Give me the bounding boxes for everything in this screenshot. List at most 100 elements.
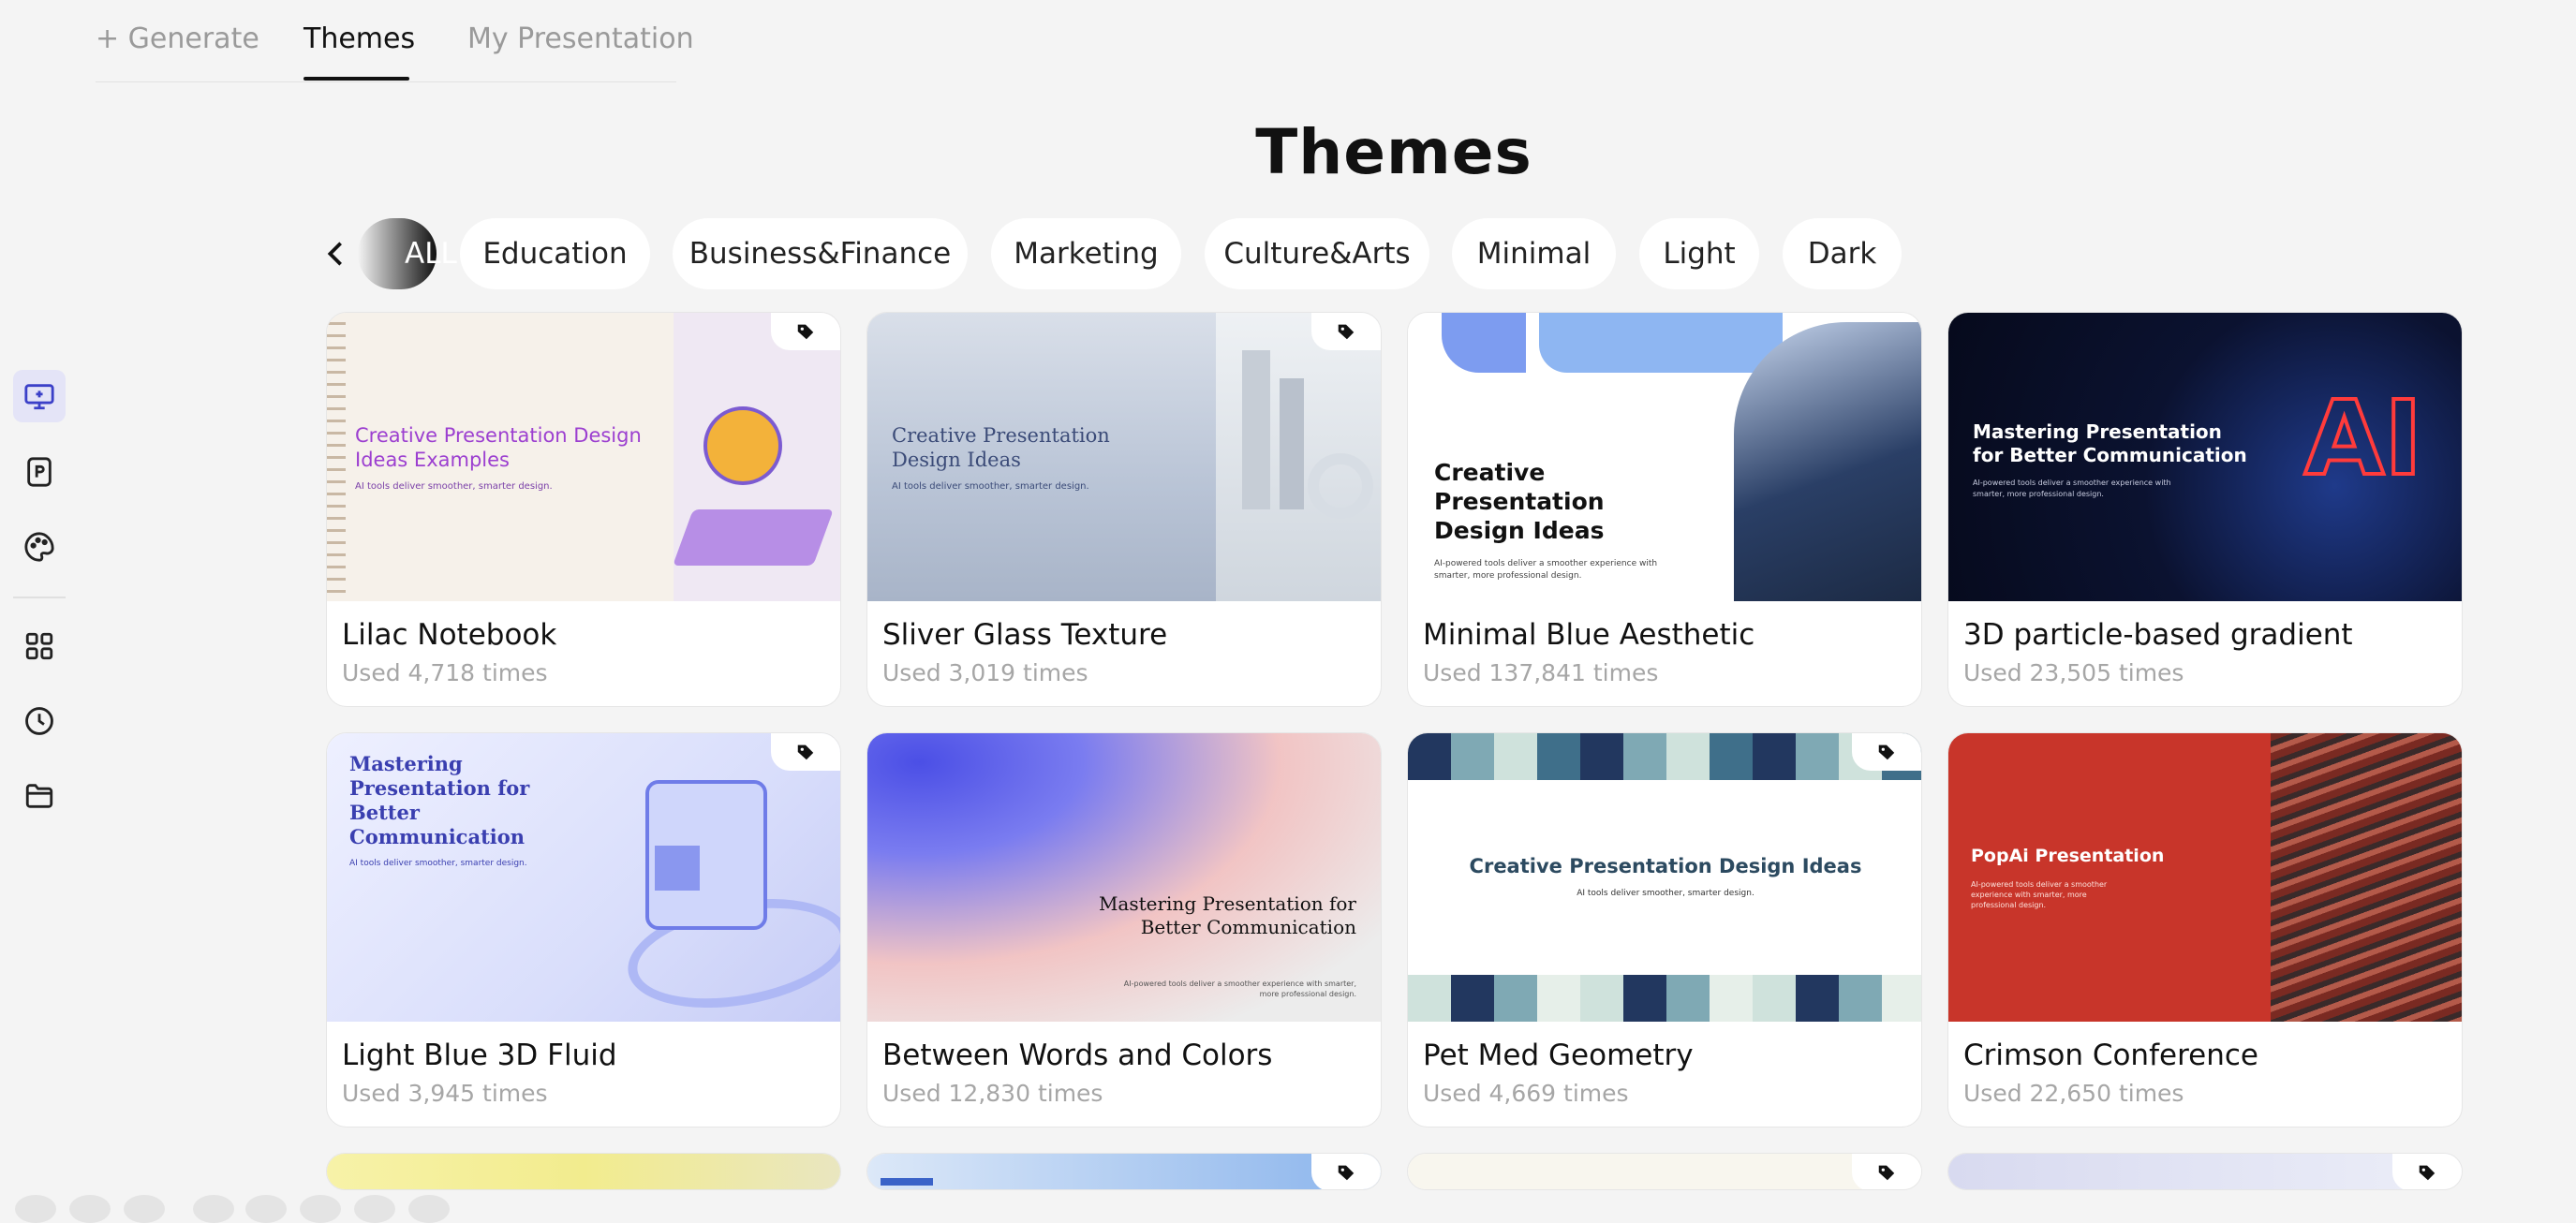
theme-usage-count: Used 12,830 times bbox=[882, 1080, 1103, 1107]
clock-icon[interactable] bbox=[13, 695, 66, 747]
theme-name: Crimson Conference bbox=[1963, 1039, 2258, 1072]
filter-chip-light[interactable]: Light bbox=[1639, 218, 1759, 289]
premium-tag-icon bbox=[771, 733, 840, 771]
theme-card-partial[interactable] bbox=[326, 1153, 841, 1190]
theme-usage-count: Used 22,650 times bbox=[1963, 1080, 2184, 1107]
theme-thumbnail: Mastering Presentation for Better Commun… bbox=[327, 733, 840, 1022]
theme-usage-count: Used 23,505 times bbox=[1963, 659, 2184, 686]
thumbnail-subtitle: AI-powered tools deliver a smoother expe… bbox=[1973, 479, 2171, 498]
theme-usage-count: Used 4,669 times bbox=[1423, 1080, 1629, 1107]
tab-my-presentation[interactable]: My Presentation bbox=[467, 22, 694, 55]
thumbnail-title: Mastering Presentation for Better Commun… bbox=[349, 752, 530, 848]
avatar bbox=[245, 1195, 287, 1223]
avatar bbox=[408, 1195, 450, 1223]
tab-generate[interactable]: + Generate bbox=[96, 22, 259, 55]
thumbnail-title: Creative Presentation Design Ideas bbox=[1469, 855, 1862, 877]
thumbnail-title: PopAi Presentation bbox=[1971, 846, 2165, 866]
theme-card-partial[interactable] bbox=[1407, 1153, 1922, 1190]
avatar bbox=[69, 1195, 111, 1223]
palette-icon[interactable] bbox=[13, 521, 66, 573]
bitcoin-coin-icon bbox=[703, 406, 782, 485]
tab-themes[interactable]: Themes bbox=[303, 22, 415, 55]
theme-name: Between Words and Colors bbox=[882, 1039, 1273, 1072]
theme-card-partial[interactable] bbox=[1947, 1153, 2463, 1190]
page-title: Themes bbox=[1255, 116, 1532, 188]
theme-thumbnail bbox=[327, 1154, 840, 1189]
thumbnail-title: Mastering Presentation for Better Commun… bbox=[1973, 420, 2247, 466]
theme-name: Minimal Blue Aesthetic bbox=[1423, 618, 1755, 652]
filter-chip-marketing[interactable]: Marketing bbox=[991, 218, 1181, 289]
presentation-icon[interactable] bbox=[13, 370, 66, 422]
premium-tag-icon bbox=[771, 313, 840, 350]
thumbnail-subtitle: AI-powered tools deliver a smoother expe… bbox=[1434, 559, 1658, 581]
ai-logo-art: AI bbox=[2302, 376, 2424, 500]
theme-card-sliver-glass-texture[interactable]: Creative Presentation Design Ideas AI to… bbox=[866, 312, 1382, 707]
theme-thumbnail bbox=[1408, 1154, 1921, 1189]
thumbnail-subtitle: AI tools deliver smoother, smarter desig… bbox=[892, 481, 1089, 492]
avatar bbox=[193, 1195, 234, 1223]
isometric-platform-shape bbox=[673, 509, 834, 566]
theme-card-between-words-and-colors[interactable]: Mastering Presentation for Better Commun… bbox=[866, 732, 1382, 1127]
building-shape bbox=[1280, 378, 1304, 509]
theme-thumbnail bbox=[1948, 1154, 2462, 1189]
theme-thumbnail: Creative Presentation Design Ideas Examp… bbox=[327, 313, 840, 601]
grid-icon[interactable] bbox=[13, 620, 66, 672]
thumbnail-title: Creative Presentation Design Ideas Examp… bbox=[355, 424, 642, 471]
blue-shape bbox=[1539, 313, 1783, 373]
theme-thumbnail: Creative Presentation Design Ideas AI to… bbox=[1408, 733, 1921, 1022]
theme-thumbnail: PopAi Presentation AI-powered tools deli… bbox=[1948, 733, 2462, 1022]
theme-name: Pet Med Geometry bbox=[1423, 1039, 1694, 1072]
bottom-avatar-strip bbox=[0, 1195, 487, 1223]
thumbnail-subtitle: AI-powered tools deliver a smoother expe… bbox=[1123, 980, 1356, 998]
building-shape bbox=[1242, 350, 1270, 509]
filter-chip-minimal[interactable]: Minimal bbox=[1452, 218, 1616, 289]
theme-card-minimal-blue-aesthetic[interactable]: Creative Presentation Design Ideas AI-po… bbox=[1407, 312, 1922, 707]
theme-name: Sliver Glass Texture bbox=[882, 618, 1168, 652]
building-photo bbox=[1734, 322, 1921, 601]
premium-tag-icon bbox=[1852, 1154, 1921, 1189]
thumbnail-subtitle: AI-powered tools deliver a smoother expe… bbox=[1971, 880, 2108, 909]
avatar bbox=[354, 1195, 395, 1223]
conference-audience-photo bbox=[2271, 733, 2462, 1022]
theme-card-pet-med-geometry[interactable]: Creative Presentation Design Ideas AI to… bbox=[1407, 732, 1922, 1127]
theme-thumbnail: AI Mastering Presentation for Better Com… bbox=[1948, 313, 2462, 601]
thumbnail-title: Creative Presentation Design Ideas bbox=[892, 424, 1110, 471]
filter-chip-culture-arts[interactable]: Culture&Arts bbox=[1205, 218, 1429, 289]
filter-chip-business-finance[interactable]: Business&Finance bbox=[673, 218, 968, 289]
notebook-rings bbox=[327, 313, 346, 601]
rail-divider bbox=[13, 597, 66, 598]
theme-card-3d-particle-gradient[interactable]: AI Mastering Presentation for Better Com… bbox=[1947, 312, 2463, 707]
theme-name: 3D particle-based gradient bbox=[1963, 618, 2353, 652]
premium-tag-icon bbox=[2392, 1154, 2462, 1189]
p-document-icon[interactable] bbox=[13, 446, 66, 498]
filter-chip-dark[interactable]: Dark bbox=[1783, 218, 1902, 289]
theme-thumbnail bbox=[867, 1154, 1381, 1189]
theme-usage-count: Used 137,841 times bbox=[1423, 659, 1659, 686]
premium-tag-icon bbox=[1311, 1154, 1381, 1189]
premium-tag-icon bbox=[1852, 733, 1921, 771]
top-tab-bar: + Generate Themes My Presentation bbox=[96, 0, 694, 82]
filter-chip-education[interactable]: Education bbox=[460, 218, 650, 289]
avatar bbox=[15, 1195, 56, 1223]
theme-thumbnail: Mastering Presentation for Better Commun… bbox=[867, 733, 1381, 1022]
folder-icon[interactable] bbox=[13, 770, 66, 822]
theme-name: Lilac Notebook bbox=[342, 618, 557, 652]
theme-usage-count: Used 3,945 times bbox=[342, 1080, 548, 1107]
avatar bbox=[300, 1195, 341, 1223]
theme-card-partial[interactable] bbox=[866, 1153, 1382, 1190]
theme-usage-count: Used 4,718 times bbox=[342, 659, 548, 686]
blue-bar-shape bbox=[881, 1178, 933, 1186]
thumbnail-subtitle: AI tools deliver smoother, smarter desig… bbox=[349, 859, 527, 868]
thumbnail-title: Creative Presentation Design Ideas bbox=[1434, 459, 1605, 544]
theme-card-lilac-notebook[interactable]: Creative Presentation Design Ideas Examp… bbox=[326, 312, 841, 707]
avatar bbox=[124, 1195, 165, 1223]
theme-card-crimson-conference[interactable]: PopAi Presentation AI-powered tools deli… bbox=[1947, 732, 2463, 1127]
thumbnail-subtitle: AI tools deliver smoother, smarter desig… bbox=[355, 481, 553, 492]
geometric-pattern-bottom bbox=[1408, 975, 1921, 1022]
chevron-left-icon[interactable] bbox=[317, 235, 354, 273]
premium-tag-icon bbox=[1311, 313, 1381, 350]
theme-card-light-blue-3d-fluid[interactable]: Mastering Presentation for Better Commun… bbox=[326, 732, 841, 1127]
geometric-pattern-top bbox=[1408, 733, 1921, 780]
thumbnail-subtitle: AI tools deliver smoother, smarter desig… bbox=[1577, 889, 1754, 898]
filter-chip-all[interactable]: ALL bbox=[358, 218, 457, 289]
